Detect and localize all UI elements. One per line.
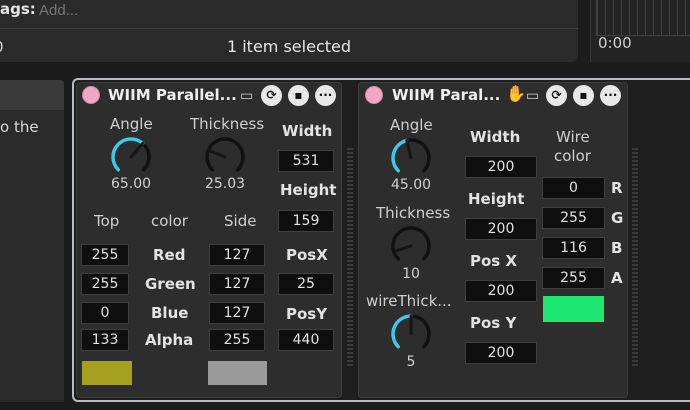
device2-thickness-value: 10 (402, 266, 420, 282)
knob-value-arc (391, 314, 413, 349)
device2-more-button[interactable]: ··· (600, 85, 621, 106)
device2-thickness-knob[interactable] (386, 222, 436, 266)
hand-icon[interactable]: ✋ (506, 85, 526, 103)
device1-top-red-field[interactable]: 255 (81, 244, 129, 266)
device2-wire-color-label-1: Wire (556, 128, 590, 146)
timeline-ruler[interactable] (596, 0, 690, 36)
device2-wire-thickness-value: 5 (406, 354, 416, 370)
divider (0, 28, 578, 29)
device1-height-field[interactable]: 159 (278, 210, 334, 232)
device2-posy-label: Pos Y (470, 314, 517, 332)
device1-top-label: Top (94, 212, 120, 230)
device2-width-field[interactable]: 200 (465, 156, 537, 178)
device2-a-label: A (611, 269, 623, 287)
device2-screen-icon[interactable]: ▭ (526, 87, 539, 105)
device1-alpha-label: Alpha (145, 331, 194, 349)
device1-thickness-knob[interactable] (200, 133, 250, 177)
device1-posx-field[interactable]: 25 (278, 273, 334, 295)
device1-more-button[interactable]: ··· (315, 85, 336, 106)
knob-value-arc (111, 137, 145, 172)
knob-pointer (129, 141, 145, 159)
device2-height-label: Height (468, 190, 525, 208)
more-icon: ··· (318, 88, 333, 102)
device2-b-label: B (611, 239, 623, 257)
knob-track (391, 226, 431, 261)
device2-width-label: Width (470, 128, 521, 146)
device1-color-label: color (151, 212, 188, 230)
device2-wire-thickness-knob[interactable] (386, 310, 436, 354)
device2-wire-color-label-2: color (554, 147, 591, 165)
device2-wire-a-field[interactable]: 255 (542, 267, 605, 289)
device1-side-red-field[interactable]: 127 (209, 244, 265, 266)
knob-track (205, 137, 245, 172)
device-divider[interactable] (632, 148, 638, 368)
device-divider[interactable] (347, 148, 353, 368)
device1-side-blue-field[interactable]: 127 (209, 302, 265, 324)
device2-posx-field[interactable]: 200 (465, 280, 537, 302)
more-icon: ··· (603, 88, 618, 102)
device1-posx-label: PosX (286, 246, 328, 264)
device2-posx-label: Pos X (470, 252, 518, 270)
save-icon: ▪ (579, 88, 588, 102)
selection-status: 1 item selected (226, 37, 352, 56)
device1-red-label: Red (153, 246, 186, 264)
device1-width-label: Width (282, 122, 333, 140)
device1-screen-icon[interactable]: ▭ (240, 87, 253, 105)
device2-save-button[interactable]: ▪ (573, 85, 594, 106)
device2-wire-b-field[interactable]: 116 (542, 237, 605, 259)
device2-angle-label: Angle (390, 116, 433, 134)
knob-pointer (206, 148, 227, 159)
save-icon: ▪ (294, 88, 303, 102)
knob-pointer (392, 244, 413, 254)
device2-posy-field[interactable]: 200 (465, 342, 537, 364)
tags-label: ags: (0, 0, 36, 18)
knob-pointer (405, 138, 413, 160)
device1-save-button[interactable]: ▪ (288, 85, 309, 106)
device1-thickness-value: 25.03 (204, 176, 246, 192)
device1-side-alpha-field[interactable]: 255 (209, 329, 265, 351)
knob-value-arc (391, 138, 409, 173)
device1-refresh-button[interactable]: ⟳ (261, 85, 282, 106)
device1-title: WIIM Parallel... (108, 86, 237, 104)
device2-thickness-label: Thickness (376, 204, 451, 222)
browser-header[interactable] (0, 80, 64, 110)
device1-green-label: Green (145, 275, 196, 293)
device1-width-field[interactable]: 531 (278, 150, 334, 172)
device1-posy-field[interactable]: 440 (278, 329, 334, 351)
device1-top-color-swatch[interactable] (82, 361, 132, 385)
device1-side-color-swatch[interactable] (208, 361, 267, 385)
device1-height-label: Height (280, 181, 337, 199)
device2-g-label: G (611, 209, 624, 227)
browser-text: o the (0, 118, 39, 136)
device1-side-label: Side (224, 212, 257, 230)
device1-posy-label: PosY (286, 305, 328, 323)
device1-side-green-field[interactable]: 127 (209, 273, 265, 295)
device1-thickness-label: Thickness (190, 115, 265, 133)
device2-power-button[interactable] (365, 86, 383, 104)
refresh-icon: ⟳ (551, 88, 562, 102)
device2-r-label: R (611, 179, 623, 197)
device1-top-green-field[interactable]: 255 (81, 273, 129, 295)
tags-input[interactable] (37, 0, 557, 20)
device1-angle-label: Angle (110, 115, 153, 133)
device2-wire-g-field[interactable]: 255 (542, 207, 605, 229)
device1-top-alpha-field[interactable]: 133 (81, 329, 129, 351)
device2-wire-r-field[interactable]: 0 (542, 177, 605, 199)
device2-angle-knob[interactable] (386, 134, 436, 178)
device2-wire-thickness-label: wireThick... (366, 292, 452, 310)
device1-blue-label: Blue (151, 304, 189, 322)
device1-angle-value: 65.00 (110, 176, 152, 192)
refresh-icon: ⟳ (266, 88, 277, 102)
device2-refresh-button[interactable]: ⟳ (546, 85, 567, 106)
device2-title: WIIM Paral... (392, 86, 501, 104)
device2-height-field[interactable]: 200 (465, 218, 537, 240)
device1-angle-knob[interactable] (106, 133, 156, 177)
device1-power-button[interactable] (82, 86, 100, 104)
time-readout: 0:00 (598, 34, 632, 52)
device2-wire-color-swatch[interactable] (543, 296, 604, 322)
device2-angle-value: 45.00 (390, 177, 432, 193)
device1-top-blue-field[interactable]: 0 (81, 302, 129, 324)
